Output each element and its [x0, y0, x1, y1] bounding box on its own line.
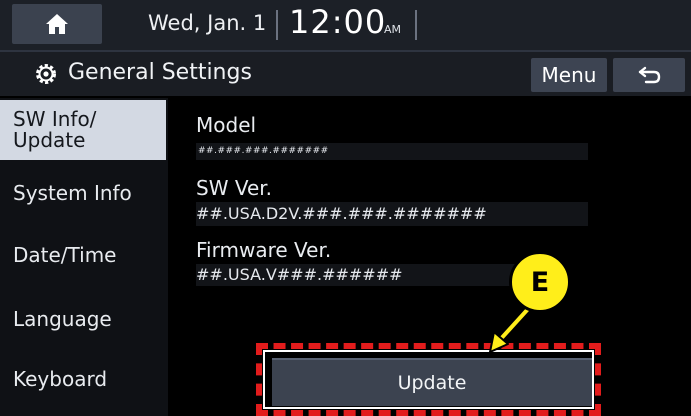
callout-badge: E	[509, 251, 571, 313]
callout-arrow	[489, 305, 532, 353]
